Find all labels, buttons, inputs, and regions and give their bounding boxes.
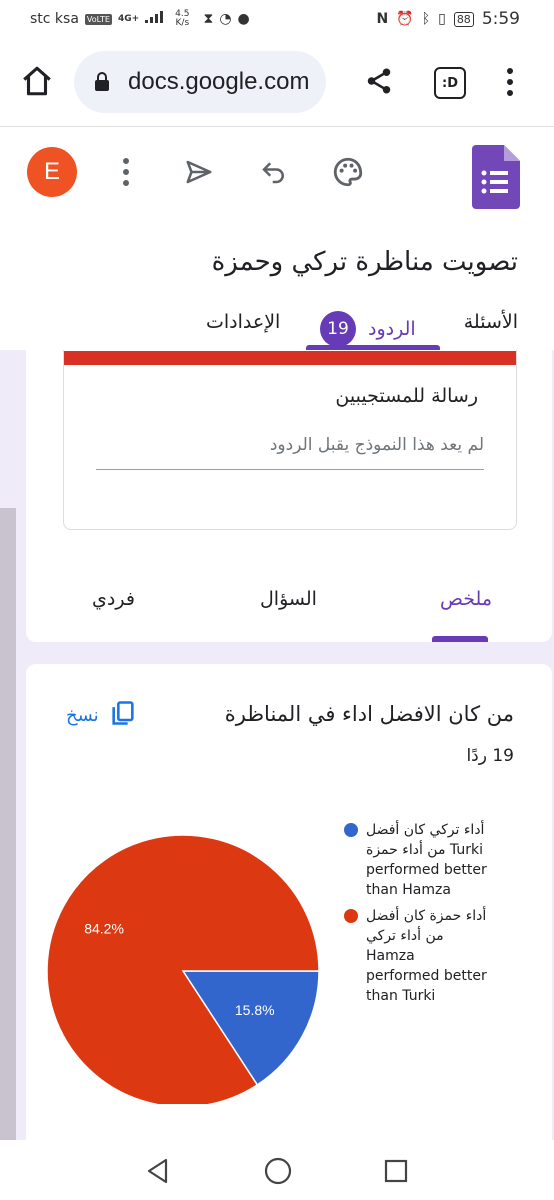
responses-summary-card: رسالة للمستجيبين لم يعد هذا النموذج يقبل…: [26, 350, 552, 642]
tab-settings[interactable]: الإعدادات: [206, 311, 280, 333]
question-title: من كان الافضل اداء في المناظرة: [224, 702, 514, 726]
clock-time: 5:59: [481, 9, 520, 29]
signal-icon: [145, 11, 164, 27]
copy-label: نسخ: [66, 704, 99, 726]
share-icon[interactable]: [364, 66, 394, 100]
bluetooth-icon: ᛒ: [421, 11, 431, 27]
network-label: 4G+: [117, 13, 140, 24]
tab-switcher-button[interactable]: :D: [434, 67, 466, 99]
tab-responses-label: الردود: [368, 318, 416, 340]
google-forms-icon: [472, 145, 520, 213]
copy-chart-button[interactable]: نسخ: [66, 698, 137, 732]
avatar[interactable]: E: [27, 147, 77, 197]
lock-icon[interactable]: [94, 72, 110, 96]
question-summary-card: من كان الافضل اداء في المناظرة نسخ 19 رد…: [26, 664, 552, 1140]
recents-icon[interactable]: [384, 1159, 408, 1187]
respondents-message-title: رسالة للمستجيبين: [335, 385, 478, 407]
responses-count-badge: 19: [320, 311, 356, 347]
tab-individual[interactable]: فردي: [92, 588, 135, 610]
respondents-message-text: لم يعد هذا النموذج يقبل الردود: [269, 435, 484, 455]
tab-questions[interactable]: الأسئلة: [464, 311, 518, 333]
hourglass-icon: ⧗: [203, 11, 214, 27]
respondents-message-box: رسالة للمستجيبين لم يعد هذا النموذج يقبل…: [63, 350, 517, 530]
browser-toolbar: docs.google.com :D: [0, 40, 554, 126]
pie-chart: 15.8% 84.2%: [46, 834, 320, 1104]
carrier-label: stc ksa: [30, 11, 79, 27]
send-icon[interactable]: [183, 157, 215, 191]
alarm-icon: ⏰: [396, 11, 414, 27]
legend-swatch-red: [344, 909, 358, 923]
respondents-message-field[interactable]: لم يعد هذا النموذج يقبل الردود: [96, 429, 484, 470]
battery-indicator: 88: [453, 11, 474, 27]
status-bar: stc ksa VoLTE 4G+ 4.5 K/s ⧗ ◔ ● N ⏰ ᛒ ▯ …: [0, 0, 554, 40]
system-nav-bar: [0, 1140, 554, 1200]
nfc-icon: N: [376, 11, 389, 27]
response-count: 19 ردًا: [466, 746, 514, 766]
responses-content[interactable]: رسالة للمستجيبين لم يعد هذا النموذج يقبل…: [0, 350, 554, 1140]
copy-icon: [109, 698, 137, 732]
volte-badge: VoLTE: [84, 13, 112, 25]
scrollbar[interactable]: [0, 508, 16, 1140]
active-view-indicator: [432, 636, 488, 642]
back-icon[interactable]: [146, 1158, 170, 1188]
palette-icon[interactable]: [330, 155, 366, 193]
tab-responses[interactable]: 19 الردود: [320, 311, 416, 347]
legend-item-turki: أداء تركي كان أفضل من أداء حمزة Turki pe…: [340, 820, 516, 900]
home-nav-icon[interactable]: [264, 1157, 292, 1189]
url-bar[interactable]: docs.google.com: [74, 51, 326, 113]
overflow-menu-icon[interactable]: [505, 67, 515, 101]
tab-count-label: :D: [442, 75, 458, 91]
pie-data-label-1: 84.2%: [84, 920, 124, 936]
net-speed: 4.5 K/s: [175, 9, 190, 28]
pie-data-label-0: 15.8%: [235, 1002, 275, 1018]
home-icon[interactable]: [20, 64, 54, 102]
card-accent-bar: [64, 351, 516, 365]
chart-legend: أداء تركي كان أفضل من أداء حمزة Turki pe…: [340, 820, 516, 1006]
form-title: تصويت مناظرة تركي وحمزة: [211, 247, 518, 277]
url-text[interactable]: docs.google.com: [128, 68, 309, 96]
chat-icon: ●: [237, 11, 250, 27]
tab-summary[interactable]: ملخص: [440, 588, 492, 610]
more-options-icon[interactable]: [121, 157, 131, 191]
vibrate-icon: ▯: [438, 11, 446, 27]
forms-header: E تصويت مناظرة تركي وحمزة الأسئلة 19 الر…: [0, 126, 554, 355]
clock-icon: ◔: [219, 11, 232, 27]
tab-question[interactable]: السؤال: [260, 588, 317, 610]
legend-swatch-blue: [344, 823, 358, 837]
legend-item-hamza: أداء حمزة كان أفضل من أداء تركي Hamza pe…: [340, 906, 516, 1006]
undo-icon[interactable]: [258, 157, 290, 191]
